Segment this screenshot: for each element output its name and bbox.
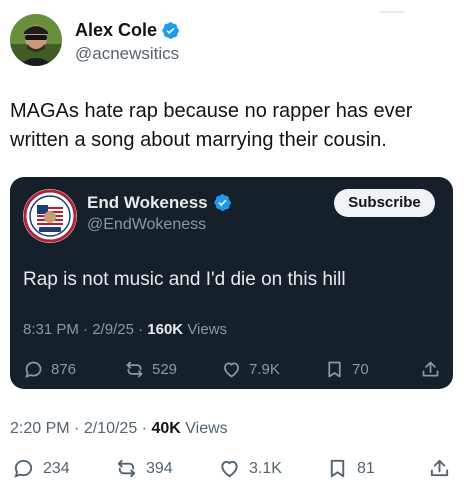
quoted-author-name[interactable]: End Wokeness (87, 192, 232, 213)
quoted-date[interactable]: 2/9/25 (92, 321, 134, 338)
quoted-avatar[interactable] (23, 189, 77, 243)
share-icon (422, 361, 439, 377)
quoted-bookmark-button[interactable]: 70 (324, 359, 369, 380)
meta-separator: · (83, 321, 89, 338)
quoted-author-name-text[interactable]: End Wokeness (87, 192, 208, 213)
reply-button[interactable]: 234 (12, 457, 70, 480)
bookmark-button[interactable]: 81 (326, 457, 375, 480)
tweet-time[interactable]: 2:20 PM (10, 420, 70, 437)
tweet-text: MAGAs hate rap because no rapper has eve… (10, 100, 413, 151)
author-name-text[interactable]: Alex Cole (75, 19, 157, 41)
meta-separator: · (74, 420, 80, 437)
quoted-author-handle[interactable]: @EndWokeness (87, 215, 206, 235)
quoted-repost-count: 529 (152, 360, 178, 378)
quoted-time[interactable]: 8:31 PM (23, 321, 79, 338)
meta-separator: · (141, 420, 147, 437)
author-name[interactable]: Alex Cole (75, 19, 180, 41)
heart-icon (221, 460, 238, 478)
verified-badge-icon (214, 194, 231, 211)
reply-count: 234 (43, 459, 70, 477)
meta-separator: · (138, 321, 144, 338)
share-icon (430, 459, 449, 477)
avatar[interactable] (10, 14, 62, 66)
tweet-meta: 2:20 PM · 2/10/25 · 40K Views (10, 419, 228, 439)
like-count: 3.1K (249, 459, 282, 477)
quoted-bookmark-count: 70 (352, 360, 369, 378)
repost-count: 394 (146, 459, 173, 477)
author-handle[interactable]: @acnewsitics (75, 44, 179, 64)
tweet-views-count: 40K (151, 420, 181, 437)
repost-button[interactable]: 394 (115, 457, 173, 480)
tweet-date[interactable]: 2/10/25 (84, 420, 137, 437)
bookmark-count: 81 (357, 459, 375, 477)
quoted-tweet-meta: 8:31 PM · 2/9/25 · 160K Views (23, 320, 227, 340)
reply-icon (14, 459, 33, 478)
quoted-share-button[interactable] (420, 359, 441, 380)
repost-icon (117, 459, 136, 478)
tweet-views-label: Views (185, 420, 228, 437)
quoted-tweet-text: Rap is not music and I'd die on this hil… (23, 269, 346, 290)
quoted-reply-button[interactable]: 876 (23, 359, 76, 380)
heart-icon (224, 362, 239, 378)
quoted-like-button[interactable]: 7.9K (221, 359, 280, 380)
repost-icon (126, 361, 143, 378)
quoted-reply-count: 876 (51, 360, 77, 378)
share-button[interactable] (428, 457, 451, 480)
quoted-like-count: 7.9K (249, 360, 280, 378)
like-button[interactable]: 3.1K (218, 457, 282, 480)
quoted-views-label: Views (187, 321, 228, 338)
bookmark-icon (330, 459, 345, 478)
faint-mark (380, 11, 404, 13)
bookmark-icon (328, 361, 341, 378)
quoted-views-count: 160K (147, 321, 184, 338)
quoted-tweet-card[interactable]: End Wokeness @EndWokeness Subscribe Rap … (10, 177, 453, 389)
subscribe-button[interactable]: Subscribe (334, 189, 435, 217)
quoted-repost-button[interactable]: 529 (124, 359, 177, 380)
reply-icon (25, 361, 42, 378)
verified-badge-icon (162, 21, 180, 39)
